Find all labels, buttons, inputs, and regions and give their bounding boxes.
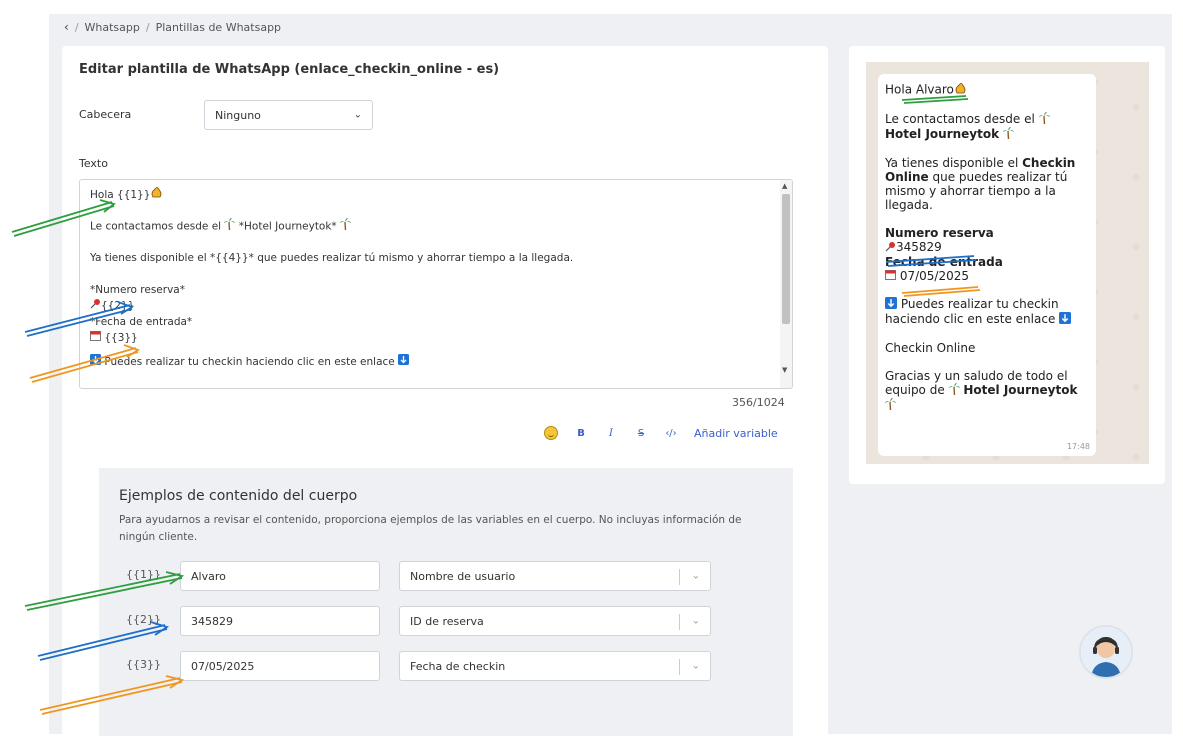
blue-annotation bbox=[24, 255, 977, 661]
blue-underline bbox=[885, 255, 977, 267]
green-arrow-icon bbox=[24, 573, 183, 611]
green-annotation bbox=[11, 95, 969, 611]
orange-annotation bbox=[29, 286, 981, 715]
blue-arrow-icon bbox=[24, 304, 133, 337]
annotation-arrows bbox=[11, 95, 981, 715]
orange-arrow-icon bbox=[29, 347, 139, 383]
orange-underline bbox=[901, 286, 981, 297]
green-underline bbox=[901, 95, 969, 104]
blue-arrow-icon bbox=[37, 624, 168, 661]
green-arrow-icon bbox=[11, 201, 115, 237]
orange-arrow-icon bbox=[39, 677, 183, 715]
